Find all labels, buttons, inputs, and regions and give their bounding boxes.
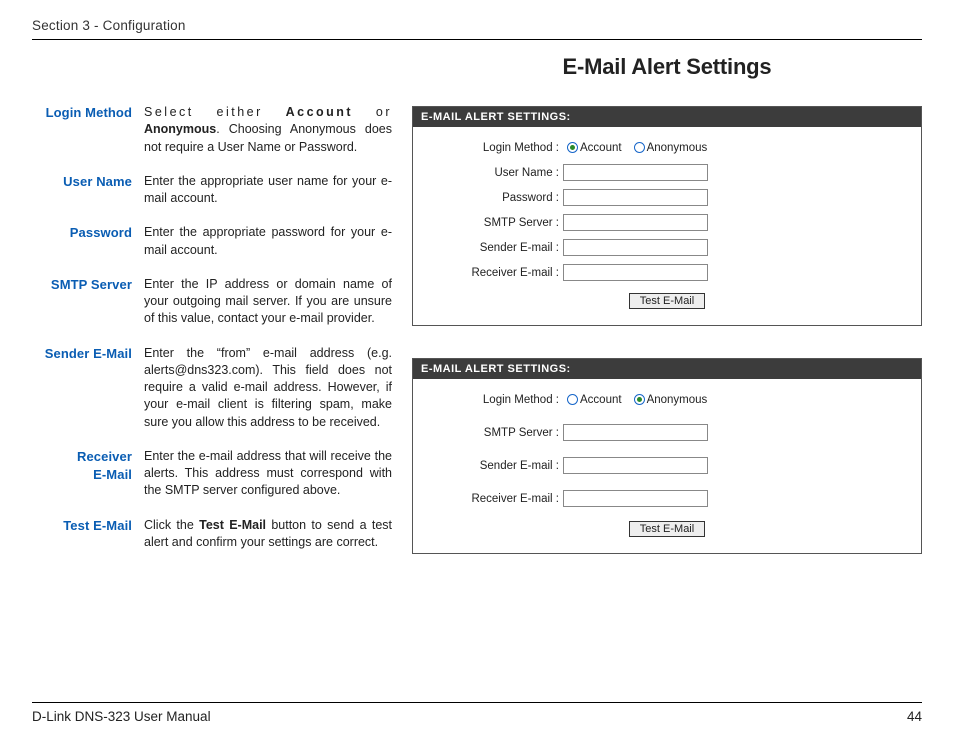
p1-test-button[interactable]: Test E-Mail <box>629 293 705 309</box>
p1-input-receiver[interactable] <box>563 264 708 281</box>
footer-page-number: 44 <box>907 709 922 724</box>
p2-input-receiver[interactable] <box>563 490 708 507</box>
footer-manual: D-Link DNS-323 User Manual <box>32 709 211 724</box>
p2-test-button[interactable]: Test E-Mail <box>629 521 705 537</box>
p2-label-smtp: SMTP Server : <box>427 427 563 439</box>
def-text-login: Select either Account or Anonymous. Choo… <box>144 104 392 156</box>
p2-radio-anonymous[interactable] <box>634 394 645 405</box>
def-text-pass: Enter the appropriate password for your … <box>144 224 392 259</box>
def-label-receiver: ReceiverE-Mail <box>32 448 144 500</box>
p1-radio-account-label: Account <box>580 142 622 154</box>
p1-label-receiver: Receiver E-mail : <box>427 267 563 279</box>
def-label-sender: Sender E-Mail <box>32 345 144 431</box>
p1-input-smtp[interactable] <box>563 214 708 231</box>
def-label-test: Test E-Mail <box>32 517 144 552</box>
def-text-test: Click the Test E-Mail button to send a t… <box>144 517 392 552</box>
p2-label-sender: Sender E-mail : <box>427 460 563 472</box>
p1-radio-anonymous[interactable] <box>634 142 645 153</box>
def-text-smtp: Enter the IP address or domain name of y… <box>144 276 392 328</box>
def-label-user: User Name <box>32 173 144 208</box>
p2-input-smtp[interactable] <box>563 424 708 441</box>
p2-radio-account[interactable] <box>567 394 578 405</box>
p1-radio-account[interactable] <box>567 142 578 153</box>
p2-input-sender[interactable] <box>563 457 708 474</box>
panel-email-alert-account: E-MAIL ALERT SETTINGS: Login Method : Ac… <box>412 106 922 326</box>
p1-label-sender: Sender E-mail : <box>427 242 563 254</box>
p1-label-user: User Name : <box>427 167 563 179</box>
panel1-header: E-MAIL ALERT SETTINGS: <box>413 107 921 127</box>
p1-input-user[interactable] <box>563 164 708 181</box>
def-label-login: Login Method <box>32 104 144 156</box>
p2-radio-account-label: Account <box>580 394 622 406</box>
p1-input-pass[interactable] <box>563 189 708 206</box>
def-text-receiver: Enter the e-mail address that will recei… <box>144 448 392 500</box>
p2-radio-anonymous-label: Anonymous <box>647 394 708 406</box>
p2-label-login: Login Method : <box>427 394 563 406</box>
definitions-column: Login Method Select either Account or An… <box>32 44 392 586</box>
page-title: E-Mail Alert Settings <box>412 54 922 80</box>
def-text-user: Enter the appropriate user name for your… <box>144 173 392 208</box>
p2-label-receiver: Receiver E-mail : <box>427 493 563 505</box>
p1-radio-anonymous-label: Anonymous <box>647 142 708 154</box>
def-text-sender: Enter the “from” e-mail address (e.g. al… <box>144 345 392 431</box>
panel2-header: E-MAIL ALERT SETTINGS: <box>413 359 921 379</box>
p1-input-sender[interactable] <box>563 239 708 256</box>
p1-label-smtp: SMTP Server : <box>427 217 563 229</box>
p1-label-pass: Password : <box>427 192 563 204</box>
section-header: Section 3 - Configuration <box>32 18 922 40</box>
def-label-smtp: SMTP Server <box>32 276 144 328</box>
p1-label-login: Login Method : <box>427 142 563 154</box>
def-label-pass: Password <box>32 224 144 259</box>
panel-email-alert-anonymous: E-MAIL ALERT SETTINGS: Login Method : Ac… <box>412 358 922 554</box>
